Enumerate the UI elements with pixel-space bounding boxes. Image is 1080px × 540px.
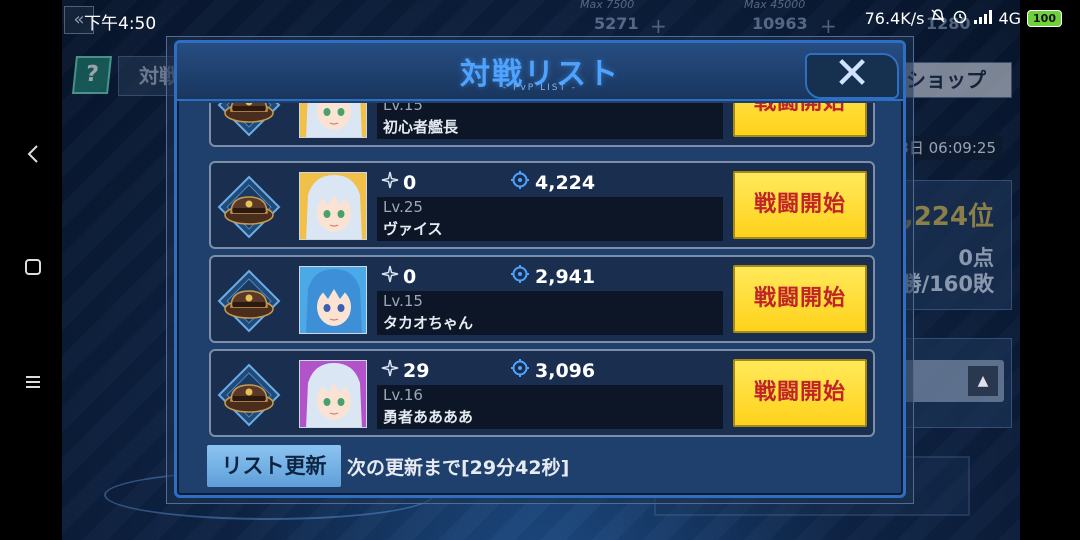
refresh-list-button[interactable]: リスト更新	[207, 445, 341, 487]
power-value: 2,941	[535, 265, 596, 288]
captain-hat-emblem-icon	[217, 269, 281, 333]
sparkle-icon	[381, 171, 399, 194]
help-button[interactable]: ?	[72, 56, 112, 94]
player-name: 初心者艦長	[383, 118, 459, 136]
player-info-box: Lv.16 勇者ああああ	[377, 385, 723, 429]
power-value: 3,096	[535, 359, 596, 382]
opponent-row: 29 3,096 Lv.16 勇者ああああ 戦闘開始	[209, 349, 875, 437]
next-refresh-timer: 次の更新まで[29分42秒]	[347, 457, 570, 479]
battery-icon: 100	[1027, 9, 1062, 27]
captain-hat-emblem-icon	[217, 103, 281, 137]
status-right: 76.4K/s 4G 100	[865, 8, 1062, 28]
opponent-list[interactable]: Lv.15 初心者艦長 戦闘開始	[177, 103, 903, 437]
start-battle-button[interactable]: 戦闘開始	[733, 103, 867, 137]
start-battle-button[interactable]: 戦闘開始	[733, 359, 867, 427]
player-info-box: Lv.15 初心者艦長	[377, 103, 723, 139]
network-type: 4G	[998, 8, 1022, 28]
mute-icon	[930, 8, 946, 28]
modal-subtitle: - PvP LIST -	[502, 83, 578, 93]
modal-footer: リスト更新 次の更新まで[29分42秒]	[177, 441, 903, 491]
crosshair-icon	[511, 265, 529, 288]
status-time: 下午4:50	[84, 14, 157, 34]
triangle-up-icon[interactable]: ▲	[968, 366, 998, 396]
android-nav-bar	[0, 36, 62, 540]
opponent-row: 0 2,941 Lv.15 タカオちゃん 戦闘開始	[209, 255, 875, 343]
power-stat: 4,224	[511, 171, 595, 194]
wins-value: 0	[403, 265, 417, 288]
status-bar: 下午4:50 76.4K/s 4G 100	[0, 0, 1080, 36]
player-level: Lv.15	[383, 292, 423, 310]
square-icon[interactable]	[20, 256, 46, 282]
player-name: タカオちゃん	[383, 314, 474, 332]
player-info-box: Lv.15 タカオちゃん	[377, 291, 723, 335]
modal-header: 対戦リスト - PvP LIST - ✕	[177, 43, 903, 101]
character-portrait	[299, 360, 367, 428]
opponent-row: Lv.15 初心者艦長 戦闘開始	[209, 103, 875, 147]
crosshair-icon	[511, 171, 529, 194]
alarm-icon	[952, 8, 968, 28]
player-name: ヴァイス	[383, 220, 443, 238]
wins-stat: 29	[381, 359, 429, 382]
power-stat: 2,941	[511, 265, 595, 288]
captain-hat-emblem-icon	[217, 363, 281, 427]
right-letterbox	[1020, 0, 1080, 540]
wins-stat: 0	[381, 265, 416, 288]
sparkle-icon	[381, 265, 399, 288]
back-chevron-icon[interactable]	[20, 144, 46, 170]
menu-icon[interactable]	[20, 370, 46, 396]
power-stat: 3,096	[511, 359, 595, 382]
wins-value: 0	[403, 171, 417, 194]
start-battle-button[interactable]: 戦闘開始	[733, 265, 867, 333]
close-button[interactable]: ✕	[805, 52, 899, 99]
network-speed: 76.4K/s	[864, 8, 925, 28]
opponent-row: 0 4,224 Lv.25 ヴァイス 戦闘開始	[209, 161, 875, 249]
character-portrait	[299, 172, 367, 240]
signal-icon	[974, 9, 993, 28]
character-portrait	[299, 103, 367, 138]
wins-stat: 0	[381, 171, 416, 194]
player-level: Lv.16	[383, 386, 423, 404]
player-name: 勇者ああああ	[383, 408, 474, 426]
pvp-list-modal: 対戦リスト - PvP LIST - ✕ Lv.15 初心者艦長 0 4,224…	[174, 40, 906, 498]
character-portrait	[299, 266, 367, 334]
crosshair-icon	[511, 359, 529, 382]
captain-hat-emblem-icon	[217, 175, 281, 239]
wins-value: 29	[403, 359, 430, 382]
power-value: 4,224	[535, 171, 596, 194]
player-level: Lv.25	[383, 198, 423, 216]
player-info-box: Lv.25 ヴァイス	[377, 197, 723, 241]
start-battle-button[interactable]: 戦闘開始	[733, 171, 867, 239]
player-level: Lv.15	[383, 103, 423, 114]
sparkle-icon	[381, 359, 399, 382]
